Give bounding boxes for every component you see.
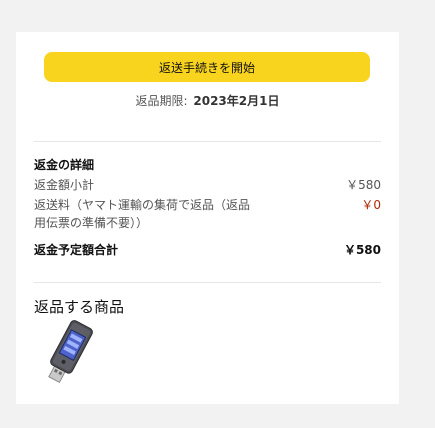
- return-items-title: 返品する商品: [34, 298, 125, 316]
- shipping-label-line1: 返送料（ヤマト運輸の集荷で返品（返品: [34, 198, 251, 212]
- subtotal-label: 返金額小計: [34, 178, 95, 192]
- shipping-label-line2: 用伝票の準備不要））: [34, 216, 149, 230]
- refund-total-value: ￥580: [343, 243, 381, 257]
- return-summary-card: 返送手続きを開始 返品期限: 2023年2月1日 返金の詳細 返金額小計 ￥58…: [16, 32, 399, 404]
- return-deadline: 返品期限: 2023年2月1日: [16, 92, 399, 109]
- refund-details-title: 返金の詳細: [34, 158, 95, 172]
- divider: [34, 141, 381, 142]
- shipping-value: ￥0: [361, 198, 381, 212]
- deadline-label: 返品期限:: [135, 94, 188, 108]
- divider: [34, 282, 381, 283]
- deadline-date: 2023年2月1日: [193, 94, 280, 108]
- refund-total-label: 返金予定額合計: [34, 243, 119, 257]
- usb-tester-icon[interactable]: [42, 318, 98, 390]
- subtotal-value: ￥580: [346, 178, 381, 192]
- start-return-button[interactable]: 返送手続きを開始: [44, 52, 370, 82]
